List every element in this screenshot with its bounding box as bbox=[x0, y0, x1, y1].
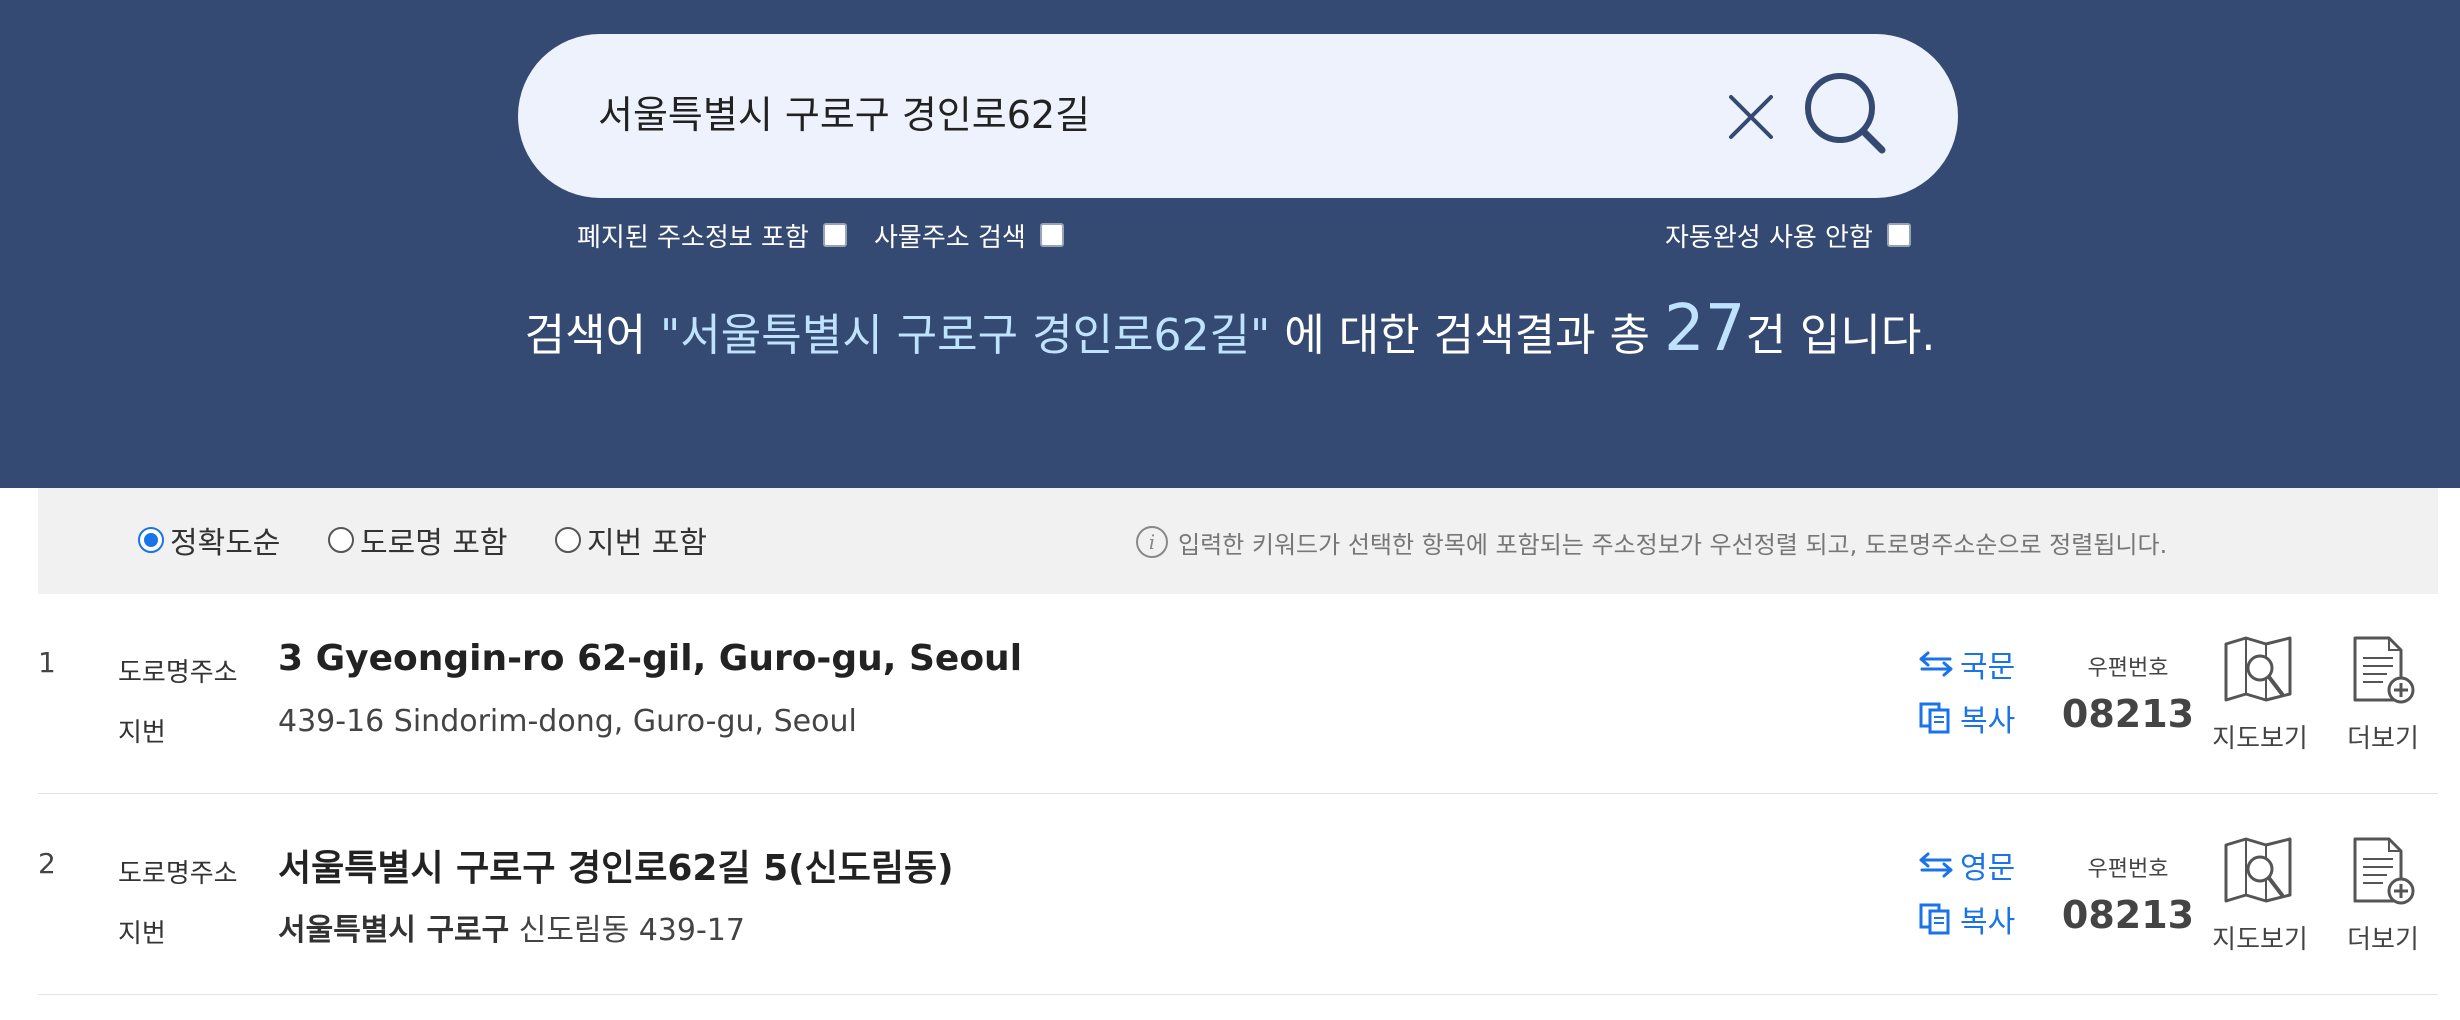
info-icon: i bbox=[1136, 526, 1168, 558]
summary-suffix: 건 입니다. bbox=[1745, 310, 1936, 361]
result-row: 1 도로명주소 지번 3 Gyeongin-ro 62-gil, Guro-gu… bbox=[38, 594, 2438, 794]
sort-hint-text: 입력한 키워드가 선택한 항목에 포함되는 주소정보가 우선정렬 되고, 도로명… bbox=[1178, 530, 2168, 559]
sort-road-label: 도로명 포함 bbox=[360, 526, 508, 561]
jibun-label: 지번 bbox=[118, 919, 166, 949]
option-abolished-label: 폐지된 주소정보 포함 bbox=[577, 222, 809, 253]
search-header: 서울특별시 구로구 경인로62길 폐지된 주소정보 포함 사물주소 검색 자동완… bbox=[0, 0, 2460, 488]
language-toggle-button[interactable]: 영문 bbox=[1918, 845, 2016, 886]
map-icon bbox=[2224, 636, 2292, 702]
sort-jibun[interactable]: 지번 포함 bbox=[555, 518, 707, 562]
result-number: 2 bbox=[38, 847, 56, 880]
copy-button[interactable]: 복사 bbox=[1918, 698, 2016, 739]
sort-bar: 정확도순 도로명 포함 지번 포함 i 입력한 키워드가 선택한 항목에 포함되… bbox=[38, 488, 2438, 594]
sort-road[interactable]: 도로명 포함 bbox=[328, 518, 508, 562]
copy-label: 복사 bbox=[1960, 905, 2016, 940]
more-label: 더보기 bbox=[2347, 724, 2419, 754]
jibun-label: 지번 bbox=[118, 718, 166, 748]
jibun-address: 서울특별시 구로구 신도림동 439-17 bbox=[278, 905, 745, 949]
result-summary: 검색어 "서울특별시 구로구 경인로62길" 에 대한 검색결과 총 27건 입… bbox=[0, 292, 2460, 366]
road-address-label: 도로명주소 bbox=[118, 658, 238, 688]
option-abolished-checkbox[interactable] bbox=[822, 223, 847, 247]
jibun-address-rest: 신도림동 439-17 bbox=[509, 913, 745, 948]
option-building-label: 사물주소 검색 bbox=[874, 222, 1026, 253]
search-icon[interactable] bbox=[1802, 70, 1892, 160]
swap-icon bbox=[1919, 651, 1953, 677]
summary-keyword: "서울특별시 구로구 경인로62길" bbox=[660, 310, 1271, 361]
road-address-label: 도로명주소 bbox=[118, 859, 238, 889]
result-row: 2 도로명주소 지번 서울특별시 구로구 경인로62길 5(신도림동) 서울특별… bbox=[38, 795, 2438, 995]
result-number: 1 bbox=[38, 646, 56, 679]
summary-prefix: 검색어 bbox=[524, 310, 661, 361]
clear-icon[interactable] bbox=[1723, 89, 1779, 145]
map-view-label: 지도보기 bbox=[2212, 724, 2308, 754]
zip-code: 08213 bbox=[2061, 692, 2195, 736]
copy-icon bbox=[1919, 903, 1950, 935]
search-box: 서울특별시 구로구 경인로62길 bbox=[518, 34, 1958, 198]
document-plus-icon bbox=[2353, 636, 2415, 704]
language-toggle-label: 국문 bbox=[1960, 650, 2016, 685]
zip-code: 08213 bbox=[2061, 893, 2195, 937]
map-view-label: 지도보기 bbox=[2212, 925, 2308, 955]
radio-icon bbox=[555, 527, 581, 553]
copy-icon bbox=[1919, 702, 1950, 734]
summary-count: 27 bbox=[1664, 292, 1746, 366]
radio-selected-icon bbox=[138, 527, 164, 553]
option-building-checkbox[interactable] bbox=[1039, 223, 1064, 247]
copy-button[interactable]: 복사 bbox=[1918, 899, 2016, 940]
jibun-address-rest: 439-16 Sindorim-dong, Guro-gu, Seoul bbox=[278, 704, 857, 739]
more-button[interactable]: 더보기 bbox=[2328, 634, 2438, 755]
sort-hint: i 입력한 키워드가 선택한 항목에 포함되는 주소정보가 우선정렬 되고, 도… bbox=[1136, 522, 2167, 562]
radio-icon bbox=[328, 527, 354, 553]
sort-jibun-label: 지번 포함 bbox=[587, 526, 707, 561]
swap-icon bbox=[1919, 852, 1953, 878]
map-view-button[interactable]: 지도보기 bbox=[2205, 835, 2315, 956]
jibun-address-bold: 서울특별시 구로구 bbox=[278, 913, 510, 948]
map-view-button[interactable]: 지도보기 bbox=[2205, 634, 2315, 755]
zip-label: 우편번호 bbox=[2087, 656, 2169, 681]
summary-middle: 에 대한 검색결과 총 bbox=[1270, 310, 1665, 361]
language-toggle-button[interactable]: 국문 bbox=[1918, 644, 2016, 685]
copy-label: 복사 bbox=[1960, 704, 2016, 739]
more-label: 더보기 bbox=[2347, 925, 2419, 955]
sort-accuracy[interactable]: 정확도순 bbox=[138, 518, 280, 562]
road-address: 서울특별시 구로구 경인로62길 5(신도림동) bbox=[278, 848, 954, 889]
option-no-autocomplete: 자동완성 사용 안함 bbox=[1665, 218, 1911, 253]
map-icon bbox=[2224, 837, 2292, 903]
more-button[interactable]: 더보기 bbox=[2328, 835, 2438, 956]
road-address: 3 Gyeongin-ro 62-gil, Guro-gu, Seoul bbox=[278, 638, 1023, 679]
zip-label: 우편번호 bbox=[2087, 857, 2169, 882]
jibun-address: 439-16 Sindorim-dong, Guro-gu, Seoul bbox=[278, 704, 857, 739]
sort-accuracy-label: 정확도순 bbox=[170, 526, 281, 561]
option-building: 사물주소 검색 bbox=[874, 218, 1064, 253]
option-abolished: 폐지된 주소정보 포함 bbox=[577, 218, 847, 253]
language-toggle-label: 영문 bbox=[1960, 851, 2016, 886]
option-no-autocomplete-label: 자동완성 사용 안함 bbox=[1665, 222, 1873, 253]
document-plus-icon bbox=[2353, 837, 2415, 905]
search-input[interactable]: 서울특별시 구로구 경인로62길 bbox=[598, 84, 1090, 139]
option-no-autocomplete-checkbox[interactable] bbox=[1886, 223, 1911, 247]
